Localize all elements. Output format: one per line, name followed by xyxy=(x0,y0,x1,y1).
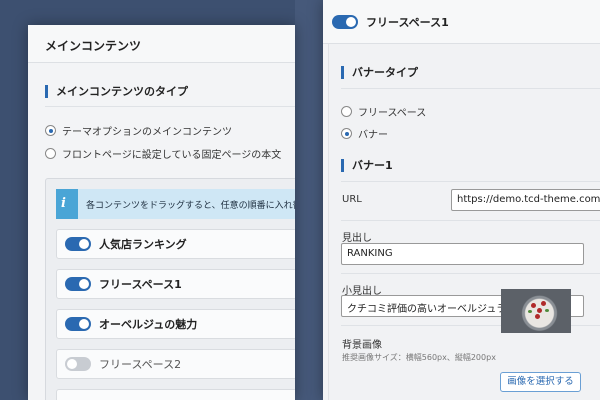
radio-label: テーマオプションのメインコンテンツ xyxy=(62,127,232,138)
content-item-free-space-1[interactable]: フリースペース1 xyxy=(56,269,295,299)
free-space-panel: フリースペース1 バナータイプ フリースペース バナー バナー1 URL htt… xyxy=(323,0,600,400)
berry-decoration xyxy=(537,308,542,313)
radio-label: フリースペース xyxy=(358,108,427,119)
radio-button[interactable] xyxy=(45,125,56,136)
free-space-title: フリースペース1 xyxy=(366,15,449,29)
bg-image-thumbnail xyxy=(501,289,571,333)
radio-button[interactable] xyxy=(341,106,352,117)
content-item-next[interactable] xyxy=(56,389,295,400)
content-item-label: フリースペース1 xyxy=(99,278,182,291)
radio-theme-option[interactable]: テーマオプションのメインコンテンツ xyxy=(45,123,232,138)
main-content-panel: メインコンテンツ メインコンテンツのタイプ テーマオプションのメインコンテンツ … xyxy=(28,25,295,400)
background-stripe xyxy=(295,0,323,400)
heading-input[interactable]: RANKING xyxy=(341,243,584,265)
content-item-auberge[interactable]: オーベルジュの魅力 xyxy=(56,309,295,339)
url-label: URL xyxy=(342,194,362,205)
content-item-label: フリースペース2 xyxy=(99,358,182,371)
free-space-body: バナータイプ フリースペース バナー バナー1 URL https://demo… xyxy=(328,44,600,400)
banner-type-section-title: バナータイプ xyxy=(341,66,418,79)
toggle-knob xyxy=(79,319,89,329)
divider xyxy=(341,220,600,221)
radio-banner[interactable]: バナー xyxy=(341,126,388,141)
radio-button[interactable] xyxy=(341,128,352,139)
radio-label: フロントページに設定している固定ページの本文 xyxy=(62,150,282,161)
bg-image-label: 背景画像 xyxy=(342,340,382,351)
bg-image-recommend-size: 推奨画像サイズ：横幅560px、縦幅200px xyxy=(342,353,496,362)
free-space-header[interactable]: フリースペース1 xyxy=(323,0,600,44)
info-notice: i 各コンテンツをドラッグすると、任意の順番に入れ替えられ xyxy=(56,189,295,219)
divider xyxy=(45,106,295,107)
url-input[interactable]: https://demo.tcd-theme.com/tcd xyxy=(451,189,600,211)
radio-label: バナー xyxy=(358,130,388,141)
toggle-knob xyxy=(346,16,356,27)
leaf-decoration xyxy=(545,309,549,312)
select-image-button[interactable]: 画像を選択する xyxy=(500,372,581,392)
content-item-label: 人気店ランキング xyxy=(99,238,187,251)
heading-label: 見出し xyxy=(342,233,372,244)
info-text: 各コンテンツをドラッグすると、任意の順番に入れ替えられ xyxy=(86,201,295,211)
toggle-switch[interactable] xyxy=(65,237,91,251)
berry-decoration xyxy=(535,314,540,319)
berry-decoration xyxy=(531,303,536,308)
divider xyxy=(341,273,600,274)
toggle-switch[interactable] xyxy=(332,14,358,29)
toggle-knob xyxy=(67,359,77,369)
toggle-switch[interactable] xyxy=(65,317,91,331)
divider xyxy=(341,88,600,89)
leaf-decoration xyxy=(528,310,532,313)
info-icon: i xyxy=(61,196,66,211)
content-item-free-space-2[interactable]: フリースペース2 xyxy=(56,349,295,379)
panel-header-title: メインコンテンツ xyxy=(28,25,295,63)
radio-button[interactable] xyxy=(45,148,56,159)
divider xyxy=(341,181,600,182)
content-item-label: オーベルジュの魅力 xyxy=(99,318,198,331)
radio-free-space[interactable]: フリースペース xyxy=(341,104,426,119)
toggle-switch[interactable] xyxy=(65,277,91,291)
berry-decoration xyxy=(541,301,546,306)
radio-front-page-option[interactable]: フロントページに設定している固定ページの本文 xyxy=(45,146,281,161)
toggle-knob xyxy=(79,239,89,249)
toggle-switch[interactable] xyxy=(65,357,91,371)
content-order-list: i 各コンテンツをドラッグすると、任意の順番に入れ替えられ 人気店ランキング フ… xyxy=(45,178,295,400)
content-type-section-title: メインコンテンツのタイプ xyxy=(45,85,188,98)
toggle-knob xyxy=(79,279,89,289)
banner-1-section-title: バナー1 xyxy=(341,159,393,172)
content-item-ranking[interactable]: 人気店ランキング xyxy=(56,229,295,259)
